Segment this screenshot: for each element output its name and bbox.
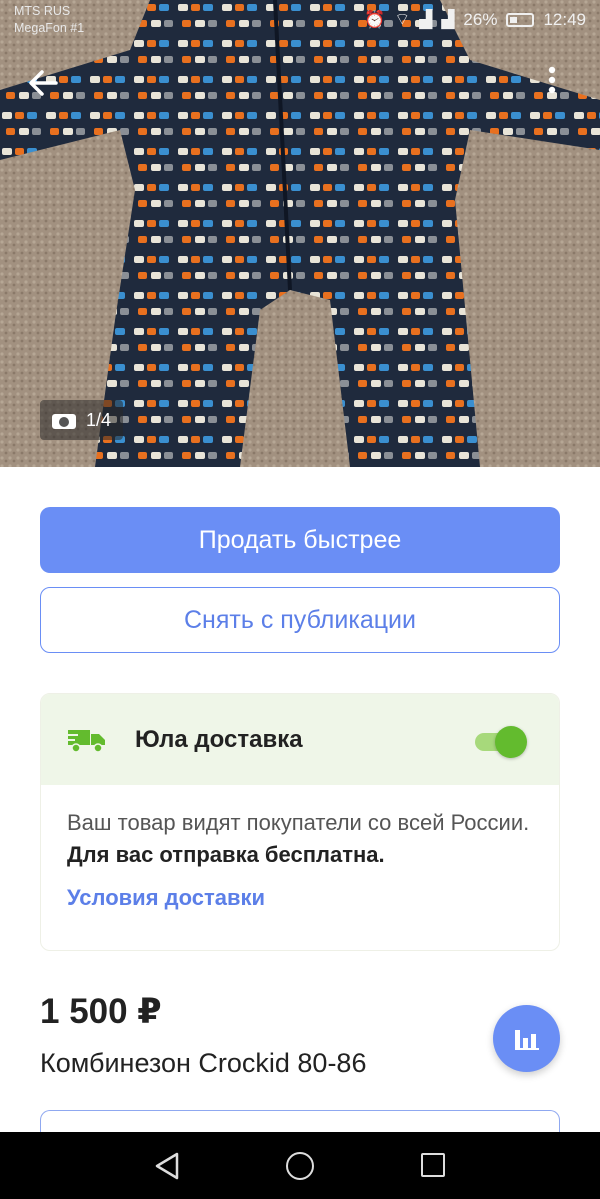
nav-home-icon[interactable] [286, 1152, 314, 1180]
item-title: Комбинезон Crockid 80-86 [40, 1048, 367, 1078]
nav-recent-icon[interactable] [421, 1153, 445, 1177]
signal-2-icon: ▟ [441, 9, 455, 29]
nav-back-icon[interactable] [154, 1152, 180, 1180]
delivery-text-bold: Для вас отправка бесплатна. [67, 842, 385, 867]
signal-icon: ▟ [419, 9, 433, 29]
unpublish-button[interactable]: Снять с публикации [40, 587, 560, 653]
delivery-title: Юла доставка [135, 726, 303, 753]
delivery-description: Ваш товар видят покупатели со всей Росси… [67, 807, 533, 871]
system-nav-bar [0, 1132, 600, 1199]
listing-photo[interactable]: MTS RUS MegaFon #1 ⏰ ⌔ ▟ ▟ 26% 12:49 1/4 [0, 0, 600, 467]
sell-faster-button[interactable]: Продать быстрее [40, 507, 560, 573]
photo-counter: 1/4 [40, 400, 124, 440]
clock: 12:49 [543, 9, 586, 29]
delivery-toggle[interactable] [475, 726, 531, 758]
price: 1 500 ₽ [40, 992, 162, 1031]
carrier-1: MTS RUS [14, 4, 71, 18]
stats-icon [515, 1030, 539, 1050]
back-arrow-icon[interactable] [26, 66, 66, 106]
status-icons: ⏰ ⌔ ▟ ▟ 26% 12:49 [364, 9, 586, 30]
delivery-body: Ваш товар видят покупатели со всей Росси… [41, 785, 559, 911]
carrier-2: MegaFon #1 [14, 21, 85, 35]
toggle-knob [495, 726, 527, 758]
battery-percent: 26% [463, 9, 498, 29]
delivery-text-plain: Ваш товар видят покупатели со всей Росси… [67, 810, 530, 835]
photo-counter-text: 1/4 [86, 409, 112, 430]
stats-button[interactable] [493, 1005, 560, 1072]
alarm-icon: ⏰ [364, 9, 386, 29]
delivery-terms-link[interactable]: Условия доставки [67, 885, 533, 911]
camera-icon [52, 411, 76, 429]
carrier-info: MTS RUS MegaFon #1 [14, 3, 84, 37]
truck-icon [68, 730, 105, 753]
status-bar: MTS RUS MegaFon #1 ⏰ ⌔ ▟ ▟ 26% 12:49 [0, 0, 600, 44]
delivery-card: Юла доставка Ваш товар видят покупатели … [40, 693, 560, 951]
delivery-header: Юла доставка [41, 694, 559, 785]
wifi-icon: ⌔ [394, 10, 411, 29]
more-vert-icon[interactable] [548, 66, 578, 106]
photo-image [0, 0, 600, 467]
battery-icon [506, 12, 535, 27]
